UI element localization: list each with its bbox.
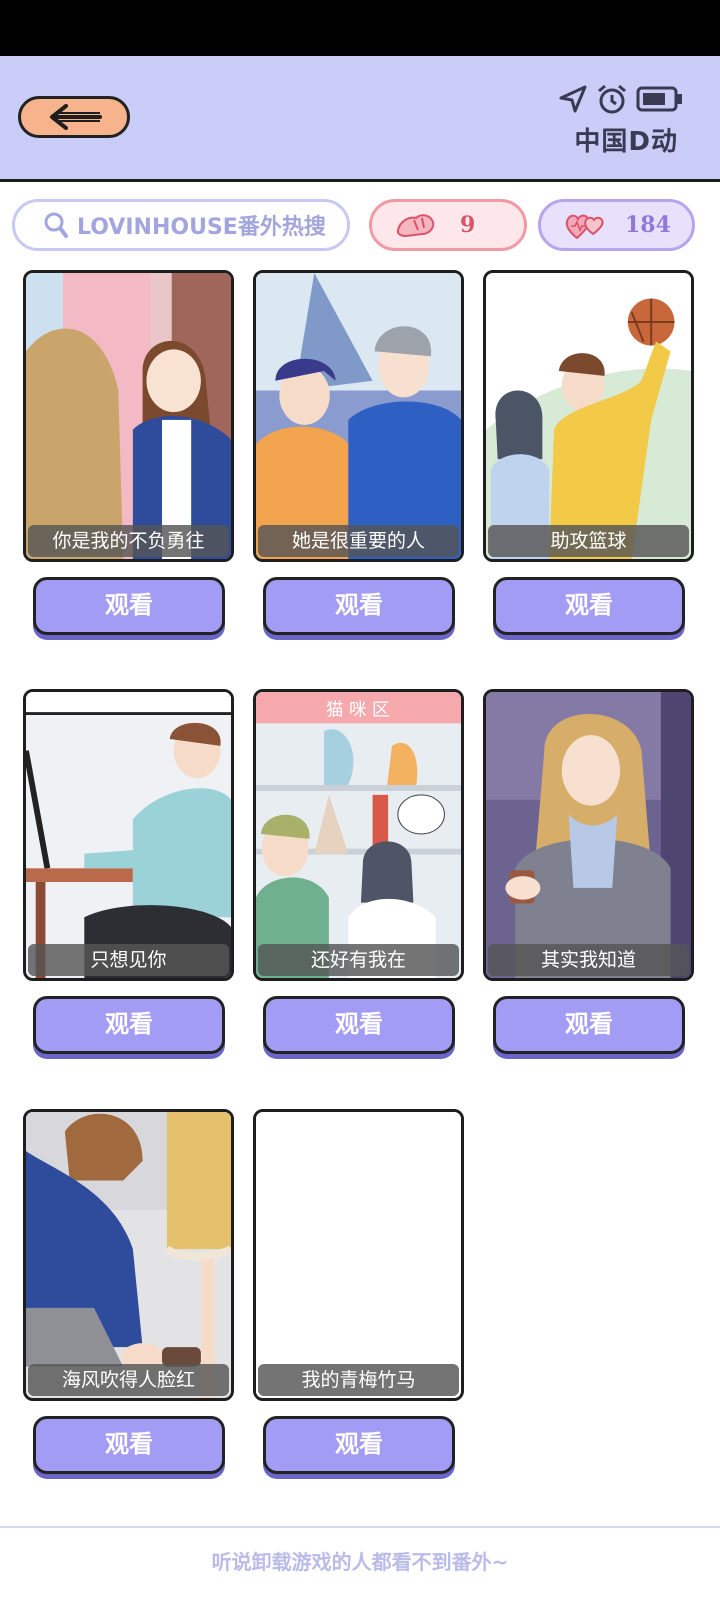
- hands-icon: [396, 214, 435, 238]
- episode-card-1[interactable]: 你是我的不负勇往: [23, 270, 234, 562]
- hands-counter: 9: [369, 199, 527, 251]
- episode-card-7[interactable]: 海风吹得人脸红: [23, 1109, 234, 1401]
- episode-illustration: 猫 咪 区: [256, 692, 461, 978]
- svg-text:猫 咪 区: 猫 咪 区: [326, 700, 390, 720]
- watch-button[interactable]: 观看: [493, 577, 685, 635]
- episode-title: 还好有我在: [258, 944, 459, 976]
- episode-title: 海风吹得人脸红: [28, 1364, 229, 1396]
- watch-button[interactable]: 观看: [493, 996, 685, 1054]
- watch-button[interactable]: 观看: [33, 996, 225, 1054]
- episode-illustration: [26, 273, 231, 559]
- watch-button[interactable]: 观看: [263, 577, 455, 635]
- episode-card-3[interactable]: 助攻篮球: [483, 270, 694, 562]
- episode-illustration: [26, 692, 231, 978]
- header: 中国D动: [0, 56, 720, 182]
- footer-note: 听说卸载游戏的人都看不到番外~: [211, 1550, 509, 1574]
- episode-title: 我的青梅竹马: [258, 1364, 459, 1396]
- hearts-icon: [565, 214, 604, 240]
- watch-button[interactable]: 观看: [33, 577, 225, 635]
- watch-button[interactable]: 观看: [263, 996, 455, 1054]
- episode-title: 助攻篮球: [488, 525, 689, 557]
- episode-card-2[interactable]: 她是很重要的人: [253, 270, 464, 562]
- alarm-clock-icon: [598, 84, 626, 114]
- hands-count: 9: [460, 212, 476, 238]
- episode-illustration: [486, 273, 691, 559]
- episode-illustration: [256, 273, 461, 559]
- hearts-counter: 184: [538, 199, 695, 251]
- status-icons: [558, 83, 684, 115]
- hearts-count: 184: [625, 212, 671, 238]
- episode-card-4[interactable]: 只想见你: [23, 689, 234, 981]
- episode-illustration: [486, 692, 691, 978]
- location-arrow-icon: [559, 85, 587, 113]
- episode-illustration: [26, 1112, 231, 1398]
- episode-title: 其实我知道: [488, 944, 689, 976]
- episode-title: 只想见你: [28, 944, 229, 976]
- back-button[interactable]: [18, 96, 130, 138]
- search-input[interactable]: LOVINHOUSE番外热搜: [12, 199, 350, 251]
- episode-title: 她是很重要的人: [258, 525, 459, 557]
- episode-card-6[interactable]: 其实我知道: [483, 689, 694, 981]
- episode-title: 你是我的不负勇往: [28, 525, 229, 557]
- search-icon: [44, 212, 68, 238]
- footer-divider: [0, 1526, 720, 1528]
- back-arrow-icon: [50, 104, 102, 130]
- header-subtitle: 中国D动: [574, 127, 678, 157]
- status-bar: [0, 0, 720, 56]
- battery-icon: [636, 86, 682, 112]
- episode-card-5[interactable]: 猫 咪 区 还好有我在: [253, 689, 464, 981]
- episode-card-8[interactable]: 我的青梅竹马: [253, 1109, 464, 1401]
- search-placeholder: LOVINHOUSE番外热搜: [77, 215, 326, 240]
- watch-button[interactable]: 观看: [263, 1416, 455, 1474]
- watch-button[interactable]: 观看: [33, 1416, 225, 1474]
- episode-illustration-blank: [256, 1112, 461, 1398]
